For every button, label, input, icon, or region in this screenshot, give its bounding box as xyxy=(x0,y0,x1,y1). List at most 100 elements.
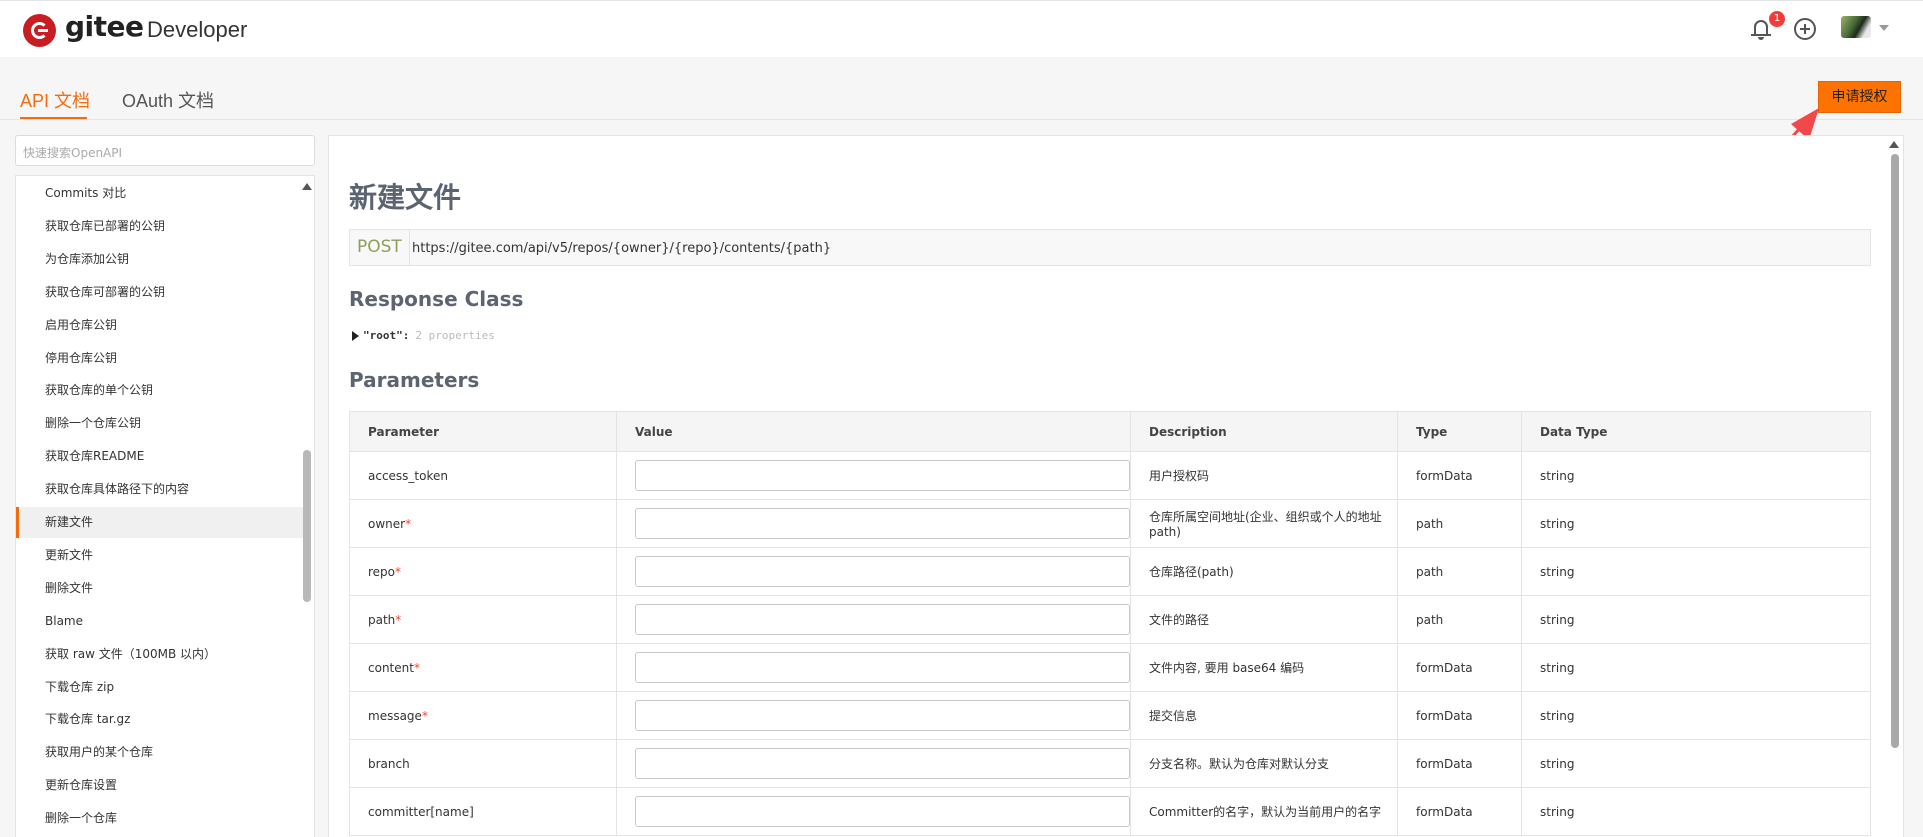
type-cell: formData xyxy=(1397,691,1522,740)
description-cell: 提交信息 xyxy=(1130,691,1398,740)
value-cell xyxy=(616,691,1131,740)
param-name: repo xyxy=(368,564,396,579)
param-value-input[interactable] xyxy=(635,460,1130,491)
description-cell: Committer的名字，默认为当前用户的名字 xyxy=(1130,787,1398,836)
param-name: branch xyxy=(368,756,410,771)
column-header: Description xyxy=(1130,411,1398,452)
param-name: owner xyxy=(368,516,406,531)
add-plus-icon[interactable] xyxy=(1794,18,1816,40)
sidebar-item[interactable]: Commits 对比 xyxy=(16,178,306,209)
table-row: committer[name] Committer的名字，默认为当前用户的名字 fo… xyxy=(349,787,1871,836)
root-properties: 2 properties xyxy=(415,329,495,342)
logo-text[interactable]: gitee xyxy=(65,10,144,43)
api-nav-list: 删除一个仓库 更新仓库设置 获取用户的某个仓库 下载仓库 tar.gz 下载仓库 zip… xyxy=(15,175,315,837)
scroll-up-arrow-icon[interactable] xyxy=(1889,141,1899,148)
sidebar-item[interactable]: 启用仓库公钥 xyxy=(16,310,306,341)
description-cell: 仓库路径(path) xyxy=(1130,547,1398,596)
param-name: message xyxy=(368,708,422,723)
description-cell: 仓库所属空间地址(企业、组织或个人的地址path) xyxy=(1130,499,1398,548)
apply-authorization-button[interactable]: 申请授权 xyxy=(1818,81,1901,113)
sidebar-item[interactable]: 获取仓库可部署的公钥 xyxy=(16,277,306,308)
table-row: branch 分支名称。默认为仓库对默认分支 formData string xyxy=(349,739,1871,788)
sidebar-item[interactable]: 获取用户的某个仓库 xyxy=(16,737,306,768)
param-value-input[interactable] xyxy=(635,796,1130,827)
param-name: access_token xyxy=(368,468,448,483)
sidebar-item[interactable]: 获取仓库具体路径下的内容 xyxy=(16,474,306,505)
gitee-logo-icon[interactable] xyxy=(23,14,56,47)
sidebar-item[interactable]: 删除一个仓库 xyxy=(16,803,306,834)
required-marker: * xyxy=(405,516,412,531)
data-type-cell: string xyxy=(1521,643,1871,692)
avatar[interactable] xyxy=(1841,16,1871,38)
sidebar-item[interactable]: 删除一个仓库公钥 xyxy=(16,408,306,439)
sidebar-item[interactable]: 更新文件 xyxy=(16,540,306,571)
data-type-cell: string xyxy=(1521,499,1871,548)
search-input[interactable]: 快速搜索OpenAPI xyxy=(15,135,315,166)
column-header: Type xyxy=(1397,411,1522,452)
param-name-cell: branch xyxy=(349,739,617,788)
parameters-heading: Parameters xyxy=(349,368,480,392)
param-name-cell: content* xyxy=(349,643,617,692)
table-row: message* 提交信息 formData string xyxy=(349,691,1871,740)
sidebar-item[interactable]: 获取仓库的单个公钥 xyxy=(16,375,306,406)
active-tab-indicator xyxy=(20,117,87,119)
param-value-input[interactable] xyxy=(635,556,1130,587)
doc-tabs: API 文档 OAuth 文档 xyxy=(0,57,1923,120)
notification-badge: 1 xyxy=(1769,11,1785,27)
sidebar-item[interactable]: 删除文件 xyxy=(16,573,306,604)
sidebar-item[interactable]: 获取仓库已部署的公钥 xyxy=(16,211,306,242)
param-value-input[interactable] xyxy=(635,652,1130,683)
value-cell xyxy=(616,787,1131,836)
param-value-input[interactable] xyxy=(635,508,1130,539)
column-header: Parameter xyxy=(349,411,617,452)
sidebar-item[interactable]: 新建文件 xyxy=(16,507,306,538)
param-name: path xyxy=(368,612,396,627)
chevron-down-icon[interactable] xyxy=(1879,25,1889,31)
value-cell xyxy=(616,643,1131,692)
main-scrollbar[interactable] xyxy=(1891,154,1899,748)
scroll-up-arrow-icon[interactable] xyxy=(302,183,312,190)
param-value-input[interactable] xyxy=(635,604,1130,635)
param-name: committer[name] xyxy=(368,804,474,819)
table-row: content* 文件内容, 要用 base64 编码 formData string xyxy=(349,643,1871,692)
type-cell: path xyxy=(1397,595,1522,644)
description-cell: 文件内容, 要用 base64 编码 xyxy=(1130,643,1398,692)
sidebar-item[interactable]: 下载仓库 tar.gz xyxy=(16,704,306,735)
data-type-cell: string xyxy=(1521,691,1871,740)
param-value-input[interactable] xyxy=(635,748,1130,779)
response-root-toggle[interactable]: "root": 2 properties xyxy=(352,329,495,342)
data-type-cell: string xyxy=(1521,451,1871,500)
required-marker: * xyxy=(395,612,402,627)
top-navbar: gitee Developer 1 xyxy=(0,0,1923,57)
description-cell: 用户授权码 xyxy=(1130,451,1398,500)
page-title: 新建文件 xyxy=(349,181,462,214)
param-name-cell: committer[name] xyxy=(349,787,617,836)
sidebar-item[interactable]: 为仓库添加公钥 xyxy=(16,244,306,275)
param-value-input[interactable] xyxy=(635,700,1130,731)
type-cell: formData xyxy=(1397,739,1522,788)
param-name-cell: repo* xyxy=(349,547,617,596)
sidebar-scrollbar[interactable] xyxy=(303,450,311,602)
tab-oauth-docs[interactable]: OAuth 文档 xyxy=(122,87,214,113)
sidebar: 快速搜索OpenAPI 删除一个仓库 更新仓库设置 获取用户的某个仓库 下载仓库 ta… xyxy=(15,135,315,837)
endpoint-url: https://gitee.com/api/v5/repos/{owner}/{… xyxy=(412,241,832,256)
sidebar-item[interactable]: 更新仓库设置 xyxy=(16,770,306,801)
data-type-cell: string xyxy=(1521,739,1871,788)
expand-triangle-icon[interactable] xyxy=(352,331,359,341)
sidebar-item[interactable]: 获取 raw 文件（100MB 以内） xyxy=(16,639,306,670)
table-row: path* 文件的路径 path string xyxy=(349,595,1871,644)
tab-api-docs[interactable]: API 文档 xyxy=(20,87,90,113)
param-name-cell: owner* xyxy=(349,499,617,548)
developer-label: Developer xyxy=(147,17,248,42)
type-cell: formData xyxy=(1397,643,1522,692)
table-row: owner* 仓库所属空间地址(企业、组织或个人的地址path) path strin… xyxy=(349,499,1871,548)
data-type-cell: string xyxy=(1521,787,1871,836)
sidebar-item[interactable]: Blame xyxy=(16,606,306,637)
required-marker: * xyxy=(413,660,420,675)
sidebar-item[interactable]: 停用仓库公钥 xyxy=(16,343,306,374)
param-name-cell: access_token xyxy=(349,451,617,500)
value-cell xyxy=(616,547,1131,596)
data-type-cell: string xyxy=(1521,595,1871,644)
sidebar-item[interactable]: 下载仓库 zip xyxy=(16,672,306,703)
sidebar-item[interactable]: 获取仓库README xyxy=(16,441,306,472)
